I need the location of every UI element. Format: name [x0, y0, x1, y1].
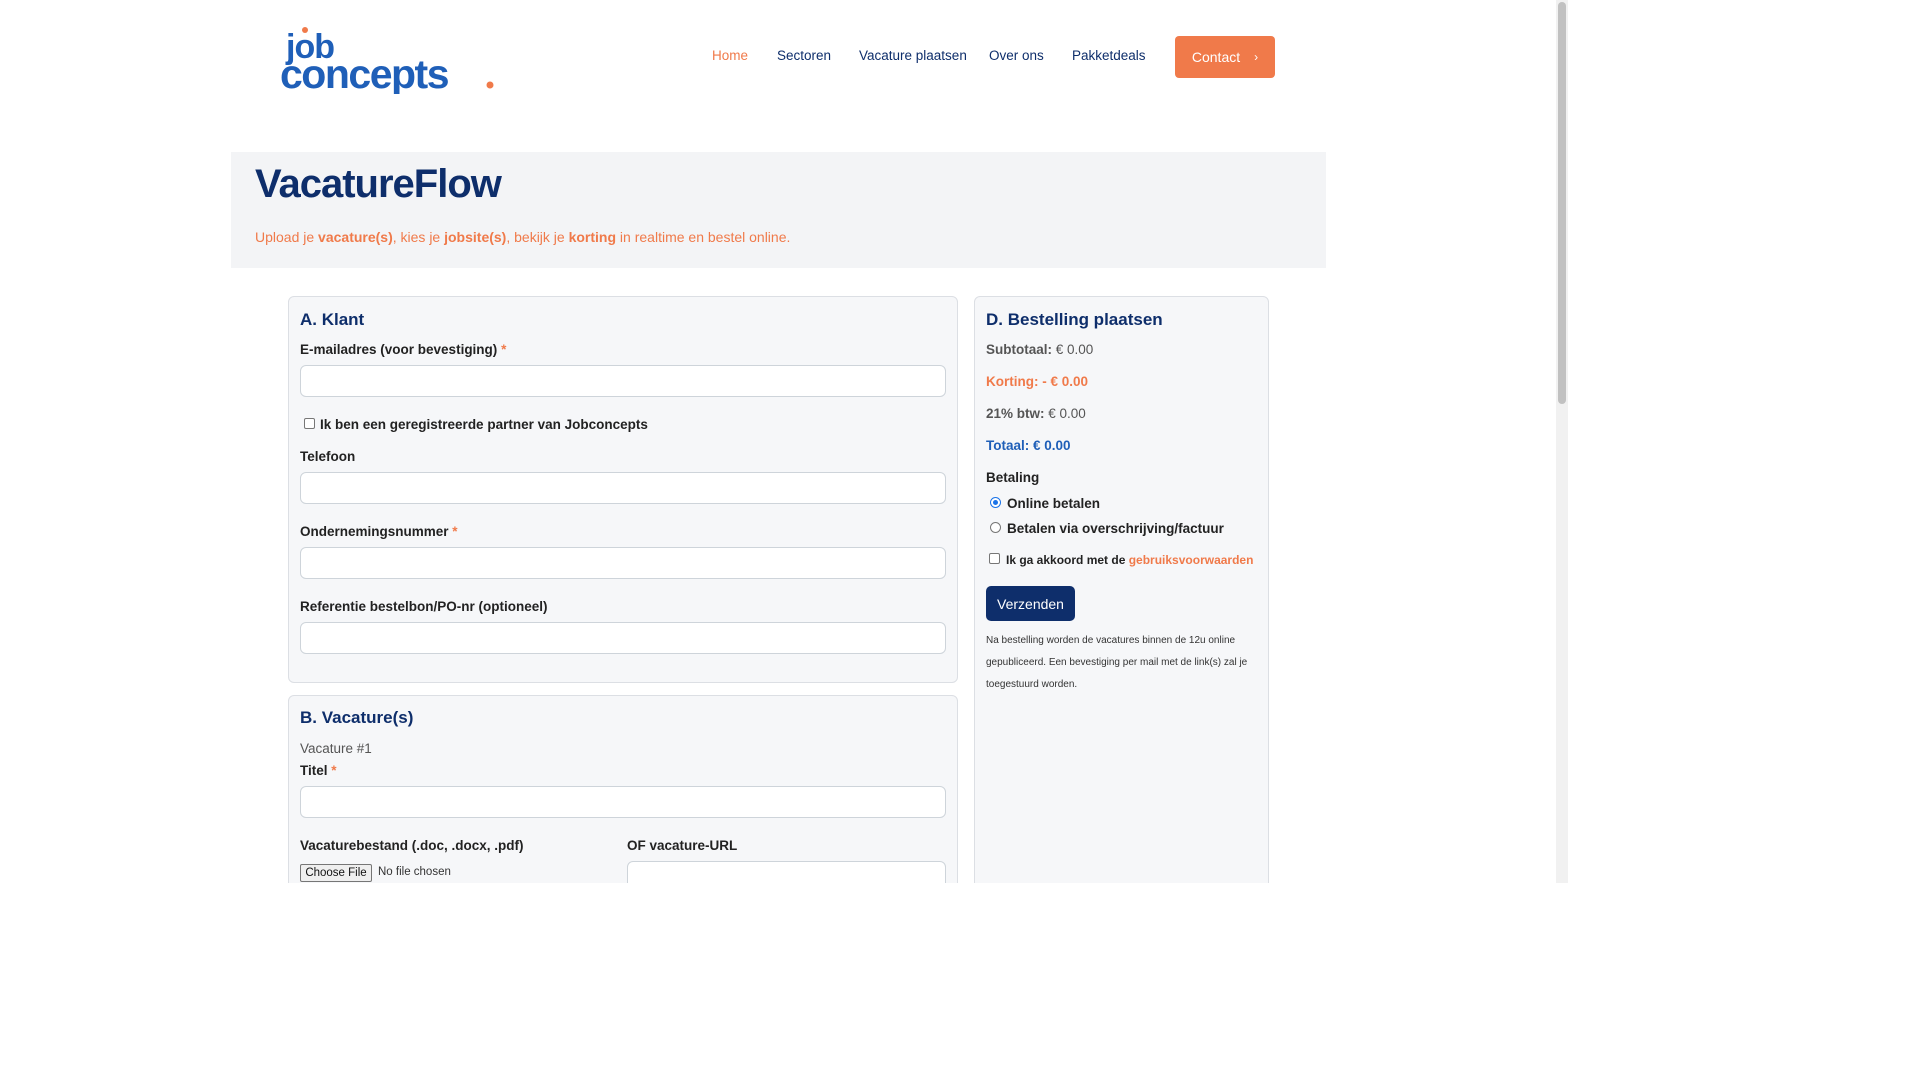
- referentie-label: Referentie bestelbon/PO-nr (optioneel): [300, 599, 548, 614]
- totaal-label: Totaal:: [986, 438, 1030, 453]
- svg-text:concepts: concepts: [280, 51, 449, 94]
- scrollbar-thumb[interactable]: [1558, 2, 1566, 404]
- totaal-value: € 0.00: [1033, 438, 1071, 453]
- page-scrollbar[interactable]: [1556, 0, 1568, 883]
- nav-sectoren[interactable]: Sectoren: [777, 48, 831, 63]
- email-label-text: E-mailadres (voor bevestiging): [300, 342, 498, 357]
- referentie-field[interactable]: [300, 622, 946, 654]
- ondernemingsnummer-field[interactable]: [300, 547, 946, 579]
- hero-sub-text: in realtime en bestel online.: [616, 229, 791, 245]
- telefoon-label: Telefoon: [300, 449, 356, 464]
- telefoon-field[interactable]: [300, 472, 946, 504]
- jobconcepts-logo[interactable]: job concepts: [280, 22, 496, 94]
- subtotaal-row: Subtotaal: € 0.00: [986, 342, 1093, 357]
- korting-value: - € 0.00: [1042, 374, 1089, 389]
- overschrijving-radio[interactable]: [990, 522, 1001, 533]
- btw-value: € 0.00: [1048, 406, 1086, 421]
- titel-field[interactable]: [300, 786, 946, 818]
- partner-checkbox[interactable]: [304, 418, 315, 429]
- online-betalen-label: Online betalen: [1007, 496, 1101, 511]
- gebruiksvoorwaarden-link[interactable]: gebruiksvoorwaarden: [1129, 553, 1254, 567]
- akkoord-label: Ik ga akkoord met de: [1006, 553, 1129, 567]
- required-mark: *: [452, 524, 458, 539]
- hero-sub-text: Upload je: [255, 229, 319, 245]
- klant-title: A. Klant: [300, 310, 365, 329]
- online-betalen-radio[interactable]: [990, 497, 1001, 508]
- vacatures-title: B. Vacature(s): [300, 708, 414, 727]
- bestelling-title: D. Bestelling plaatsen: [986, 310, 1163, 329]
- required-mark: *: [501, 342, 507, 357]
- choose-file-button[interactable]: Choose File: [300, 864, 372, 882]
- nav-vacature-plaatsen[interactable]: Vacature plaatsen: [859, 48, 967, 63]
- totaal-row: Totaal: € 0.00: [986, 438, 1071, 453]
- korting-row: Korting: - € 0.00: [986, 374, 1088, 389]
- site-header: job concepts Home Sectoren Vacature plaa…: [0, 0, 1556, 115]
- contact-label: Contact: [1191, 49, 1241, 65]
- onderneming-label-text: Ondernemingsnummer: [300, 524, 449, 539]
- verzenden-button[interactable]: Verzenden: [986, 586, 1075, 621]
- titel-label: Titel *: [300, 763, 337, 778]
- subtotaal-value: € 0.00: [1055, 342, 1094, 357]
- vacaturebestand-label: Vacaturebestand (.doc, .docx, .pdf): [300, 838, 524, 853]
- onderneming-label: Ondernemingsnummer *: [300, 524, 458, 539]
- contact-button[interactable]: Contact ›: [1175, 36, 1275, 78]
- chevron-right-icon: ›: [1254, 50, 1259, 64]
- hero-sub-bold: korting: [568, 229, 617, 245]
- file-status: No file chosen: [378, 866, 451, 878]
- bestelling-note: Na bestelling worden de vacatures binnen…: [986, 635, 1248, 690]
- btw-label: 21% btw:: [986, 406, 1045, 421]
- akkoord-checkbox[interactable]: [989, 553, 1000, 564]
- partner-label: Ik ben een geregistreerde partner van Jo…: [320, 417, 648, 432]
- page-title: VacatureFlow: [255, 162, 502, 206]
- vacature-url-label: OF vacature-URL: [627, 838, 738, 853]
- akkoord-text: Ik ga akkoord met de gebruiksvoorwaarden: [1006, 553, 1253, 567]
- hero-banner: VacatureFlow Upload je vacature(s), kies…: [231, 152, 1326, 268]
- subtotaal-label: Subtotaal:: [986, 342, 1052, 357]
- email-field[interactable]: [300, 365, 946, 397]
- nav-over-ons[interactable]: Over ons: [989, 48, 1044, 63]
- vacature-url-field[interactable]: [627, 861, 946, 883]
- hero-sub-text: , bekijk je: [506, 229, 569, 245]
- btw-row: 21% btw: € 0.00: [986, 406, 1086, 421]
- titel-label-text: Titel: [300, 763, 328, 778]
- betaling-label: Betaling: [986, 470, 1040, 485]
- nav-pakketdeals[interactable]: Pakketdeals: [1072, 48, 1146, 63]
- hero-sub-bold: vacature(s): [318, 229, 393, 245]
- hero-sub-text: , kies je: [392, 229, 445, 245]
- page: job concepts Home Sectoren Vacature plaa…: [0, 0, 1568, 883]
- nav-home[interactable]: Home: [712, 48, 748, 63]
- vacature-item-label: Vacature #1: [300, 741, 372, 756]
- hero-sub-bold: jobsite(s): [444, 229, 507, 245]
- korting-label: Korting:: [986, 374, 1039, 389]
- overschrijving-label: Betalen via overschrijving/factuur: [1007, 521, 1224, 536]
- email-label: E-mailadres (voor bevestiging) *: [300, 342, 506, 357]
- hero-subtitle: Upload je vacature(s), kies je jobsite(s…: [255, 229, 790, 245]
- required-mark: *: [331, 763, 337, 778]
